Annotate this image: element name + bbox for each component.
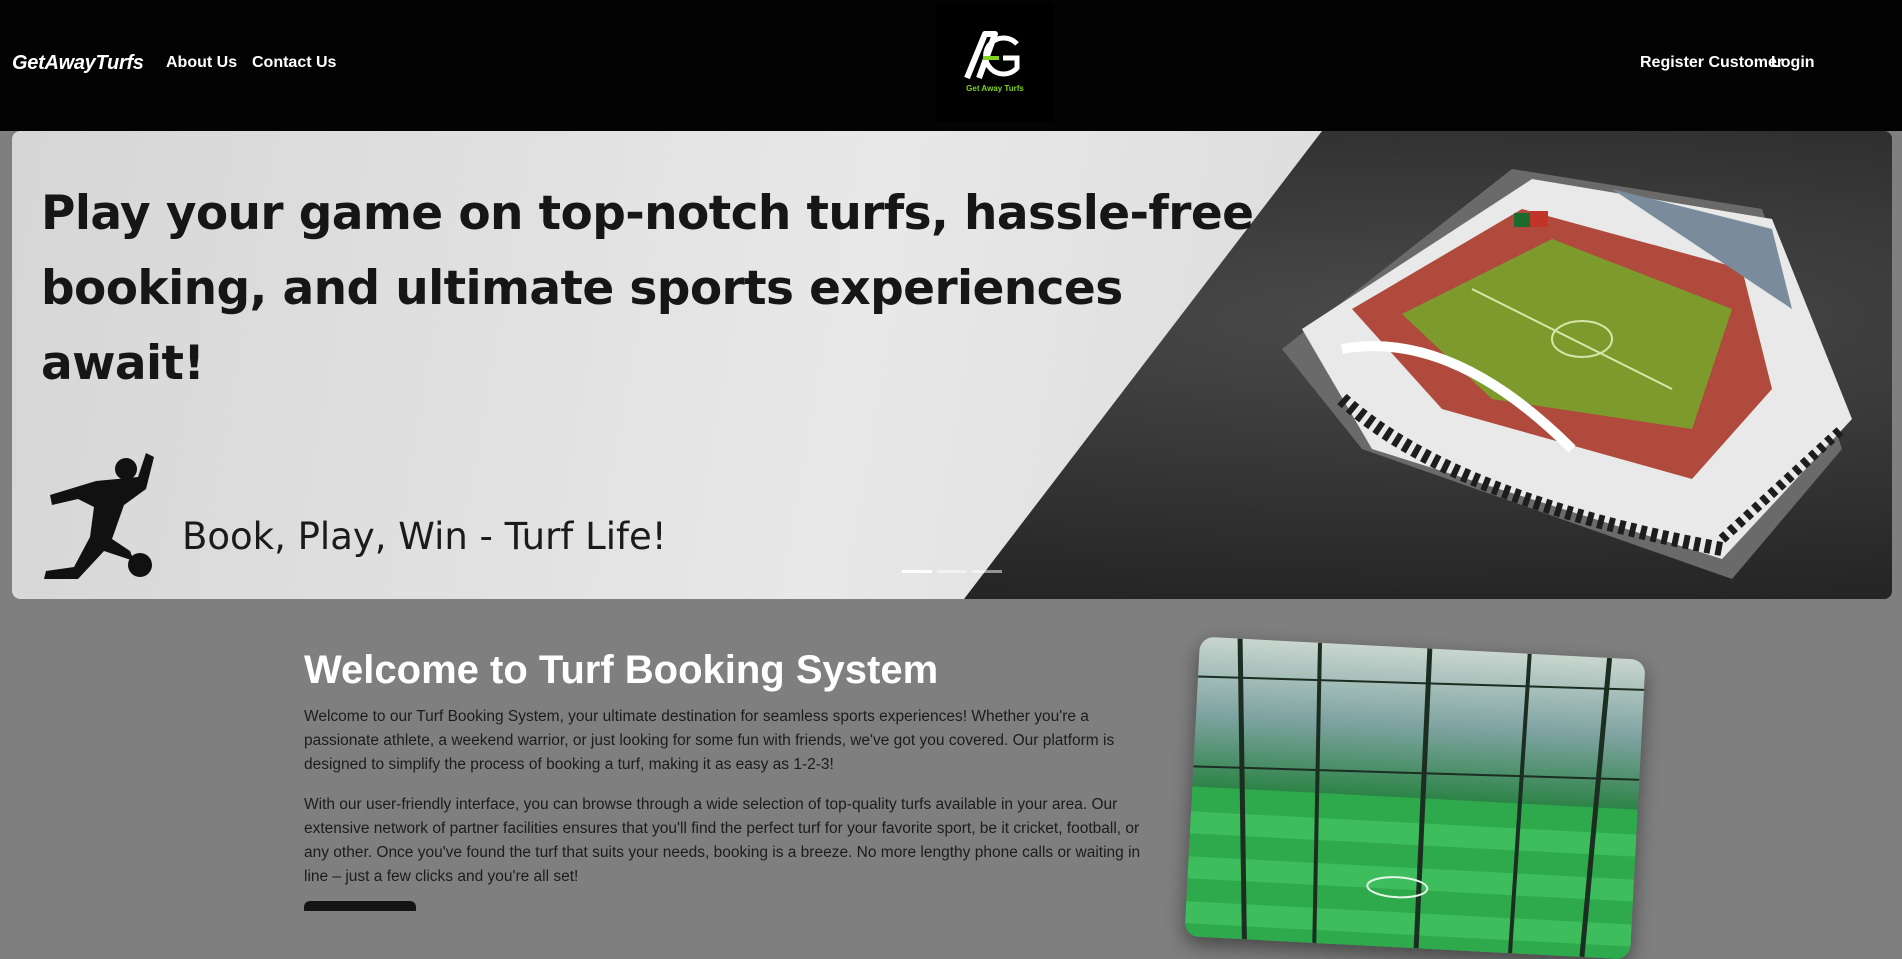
turf-net-illustration — [1184, 638, 1645, 959]
welcome-paragraph-2: With our user-friendly interface, you ca… — [304, 796, 1141, 885]
hero-carousel[interactable]: Play your game on top-notch turfs, hassl… — [12, 131, 1892, 599]
nav-contact-us[interactable]: Contact Us — [252, 54, 336, 72]
hero-headline: Play your game on top-notch turfs, hassl… — [41, 186, 1254, 391]
carousel-indicator-2[interactable] — [937, 570, 967, 573]
stadium-illustration — [1282, 169, 1852, 579]
carousel-indicators — [902, 570, 1002, 573]
hero-tagline: Book, Play, Win - Turf Life! — [182, 515, 667, 558]
brand-link[interactable]: GetAwayTurfs — [12, 52, 144, 75]
navbar: GetAwayTurfs About Us Contact Us Get Awa… — [0, 0, 1902, 131]
site-logo[interactable]: Get Away Turfs — [936, 2, 1054, 122]
football-player-icon — [44, 453, 154, 579]
welcome-title: Welcome to Turf Booking System — [304, 648, 939, 692]
welcome-cta-button[interactable] — [304, 901, 416, 911]
ag-monogram-icon — [964, 31, 1020, 80]
turf-photo — [1184, 636, 1646, 959]
welcome-paragraph-1: Welcome to our Turf Booking System, your… — [304, 708, 1115, 773]
carousel-indicator-3[interactable] — [972, 570, 1002, 573]
logo-caption: Get Away Turfs — [966, 84, 1024, 93]
nav-login[interactable]: Login — [1771, 54, 1815, 72]
carousel-indicator-1[interactable] — [902, 570, 932, 573]
nav-about-us[interactable]: About Us — [166, 54, 237, 72]
nav-register-customer[interactable]: Register Customer — [1640, 54, 1783, 72]
